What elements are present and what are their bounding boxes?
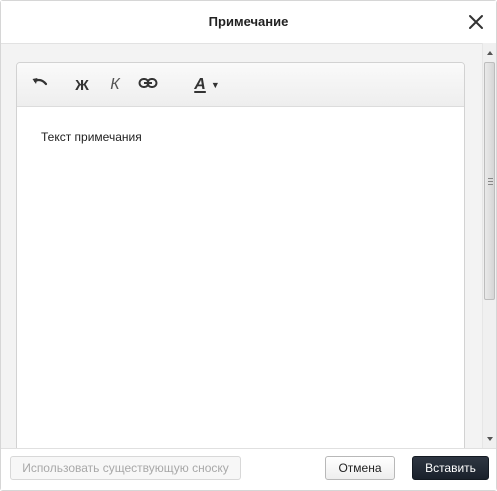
editor-toolbar: Ж К A ▼ xyxy=(17,63,464,107)
undo-button[interactable] xyxy=(29,75,51,95)
text-color-icon: A xyxy=(194,76,206,93)
undo-icon xyxy=(31,76,49,95)
scroll-up-button[interactable] xyxy=(483,45,497,60)
bold-button[interactable]: Ж xyxy=(73,75,91,95)
grip-line xyxy=(488,178,493,179)
insert-button[interactable]: Вставить xyxy=(412,456,489,480)
note-text[interactable]: Текст примечания xyxy=(41,130,142,144)
link-button[interactable] xyxy=(136,75,160,95)
dialog-content: Ж К A ▼ Текст примечания xyxy=(1,43,482,448)
scroll-down-button[interactable] xyxy=(483,431,497,446)
scroll-thumb[interactable] xyxy=(484,62,495,300)
grip-line xyxy=(488,181,493,182)
italic-button[interactable]: К xyxy=(106,75,124,95)
use-existing-footnote-button[interactable]: Использовать существующую сноску xyxy=(10,456,241,480)
arrow-up-icon xyxy=(487,50,493,55)
vertical-scrollbar[interactable] xyxy=(482,43,496,448)
note-editor[interactable]: Ж К A ▼ Текст примечания xyxy=(16,62,465,448)
link-icon xyxy=(138,76,158,94)
dialog-titlebar: Примечание xyxy=(1,1,496,43)
chevron-down-icon: ▼ xyxy=(210,80,220,90)
dialog-title: Примечание xyxy=(208,14,289,29)
close-icon[interactable] xyxy=(467,13,485,31)
grip-line xyxy=(488,184,493,185)
dialog-footer: Использовать существующую сноску Отмена … xyxy=(1,448,496,490)
arrow-down-icon xyxy=(487,436,493,441)
cancel-button[interactable]: Отмена xyxy=(325,456,395,480)
text-color-button[interactable]: A ▼ xyxy=(189,75,225,95)
note-dialog: Примечание Ж К A ▼ Текст примечания Испо… xyxy=(0,0,497,491)
